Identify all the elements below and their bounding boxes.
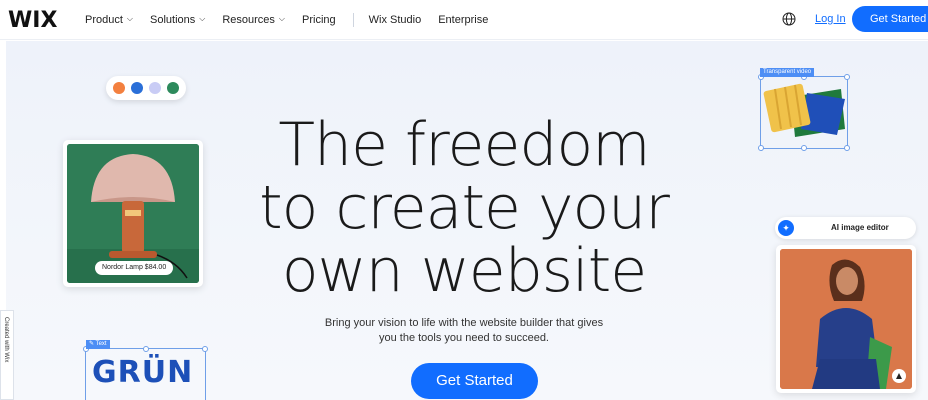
menu-label: Wix Studio [368, 14, 422, 26]
chevron-down-icon: ⌵ [278, 14, 285, 23]
edit-image-icon[interactable] [892, 369, 906, 383]
get-started-button-top[interactable]: Get Started [852, 6, 928, 32]
menu-item-resources[interactable]: Resources ⌵ [222, 14, 285, 26]
text-label-tag: ✎ Text [86, 340, 110, 349]
brand-text-element[interactable]: GRÜN [92, 355, 200, 391]
portrait-image [780, 249, 912, 389]
badge-text: Created with Wix [3, 317, 9, 363]
swatch-green [167, 82, 179, 94]
login-link[interactable]: Log In [815, 13, 846, 25]
menu-item-wix-studio[interactable]: Wix Studio [369, 14, 422, 26]
portrait-card [776, 245, 916, 393]
main-menu: Product ⌵ Solutions ⌵ Resources ⌵ Pricin… [85, 13, 505, 27]
menu-item-pricing[interactable]: Pricing [302, 14, 336, 26]
swatch-lavender [149, 82, 161, 94]
text-tag-label: Text [95, 341, 107, 347]
menu-item-solutions[interactable]: Solutions ⌵ [150, 14, 205, 26]
menu-label: Enterprise [438, 14, 489, 26]
wix-logo[interactable]: WIX [8, 8, 57, 33]
ai-editor-label: AI image editor [831, 223, 889, 232]
color-palette-widget [106, 76, 186, 100]
chevron-down-icon: ⌵ [199, 14, 206, 23]
chevron-down-icon: ⌵ [126, 14, 133, 23]
menu-item-product[interactable]: Product ⌵ [85, 14, 133, 26]
menu-label: Pricing [302, 14, 336, 26]
swatch-orange [113, 82, 125, 94]
menu-label: Solutions [150, 14, 196, 26]
ai-image-editor-pill[interactable]: ✦ AI image editor [775, 217, 916, 239]
globe-icon[interactable] [782, 12, 796, 26]
sparkle-icon: ✦ [778, 220, 794, 236]
get-started-button[interactable]: Get Started [411, 363, 538, 399]
resize-handle[interactable] [202, 346, 208, 352]
menu-item-enterprise[interactable]: Enterprise [438, 14, 488, 26]
portrait-illustration [780, 249, 912, 389]
resize-handle[interactable] [844, 74, 850, 80]
menu-label: Resources [222, 14, 275, 26]
menu-label: Product [85, 14, 123, 26]
video-label-tag: Transparent video [760, 68, 815, 77]
top-navigation: WIX Product ⌵ Solutions ⌵ Resources ⌵ Pr… [0, 0, 928, 40]
headline-line: The freedom [278, 110, 650, 180]
resize-handle[interactable] [143, 346, 149, 352]
menu-divider [352, 13, 354, 27]
created-with-wix-badge[interactable]: Created with Wix [0, 310, 14, 400]
swatch-blue [131, 82, 143, 94]
